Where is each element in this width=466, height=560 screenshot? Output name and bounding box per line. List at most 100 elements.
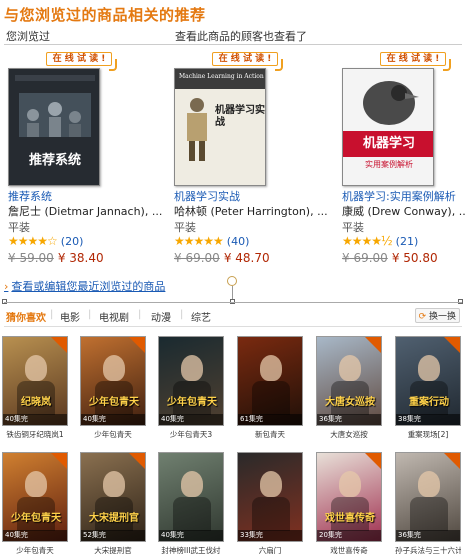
tab-divider: | <box>88 309 92 320</box>
episode-count: 36集完 <box>396 530 460 541</box>
book-author: 詹尼士 (Dietmar Jannach), ... <box>8 205 163 218</box>
book-author: 哈林顿 (Peter Harrington), ... <box>174 205 328 218</box>
cover-figure-icon <box>187 98 207 161</box>
movie-title[interactable]: 少年包青天3 <box>158 429 224 440</box>
movie-card[interactable]: 纪晓岚 40集完铁齿铜牙纪晓岚1 <box>2 336 70 440</box>
movie-card[interactable]: 重案行动 38集完重案现场[2] <box>395 336 463 440</box>
movie-poster[interactable]: 大唐女巡按 36集完 <box>316 336 382 426</box>
movie-poster[interactable]: 大宋提刑官 52集完 <box>80 452 146 542</box>
tab-tv-series[interactable]: 电视剧 <box>99 309 129 324</box>
movie-poster[interactable]: 61集完 <box>237 336 303 426</box>
category-tabs: 猜你喜欢 | 电影 | 电视剧 | 动漫 | 综艺 ⟳ 换一换 <box>0 306 466 328</box>
movie-title[interactable]: 六扇门 <box>237 545 303 556</box>
book-title-link[interactable]: 机器学习实战 <box>174 188 240 204</box>
movie-poster[interactable]: 少年包青天 40集完 <box>80 336 146 426</box>
poster-title-text: 少年包青天 <box>11 513 61 524</box>
movie-title[interactable]: 重案现场[2] <box>395 429 461 440</box>
poster-body <box>252 381 290 415</box>
rating-stars[interactable]: ★★★★☆ <box>8 234 58 248</box>
movie-title[interactable]: 大唐女巡按 <box>316 429 382 440</box>
corner-ribbon-icon <box>129 337 145 353</box>
preview-badge[interactable]: 在 线 试 读 ! <box>380 52 451 71</box>
tab-variety[interactable]: 综艺 <box>191 309 211 324</box>
book-format: 平装 <box>8 221 30 234</box>
tab-anime[interactable]: 动漫 <box>151 309 171 324</box>
list-price: ¥ 69.00 <box>174 251 220 265</box>
movie-card[interactable]: 少年包青天 40集完少年包青天3 <box>158 336 226 440</box>
poster-figure <box>103 355 125 381</box>
episode-count: 40集完 <box>159 530 223 541</box>
sale-price: ¥ 48.70 <box>223 251 270 265</box>
movie-poster[interactable]: 重案行动 38集完 <box>395 336 461 426</box>
corner-ribbon-icon <box>365 337 381 353</box>
book-cover[interactable]: 推荐系统 <box>8 68 100 186</box>
movie-title[interactable]: 封神榜III武王伐纣 <box>158 545 224 556</box>
movie-card[interactable]: 少年包青天 40集完 少年包青天 <box>80 336 148 440</box>
movie-poster[interactable]: 戏世喜传奇 20集完 <box>316 452 382 542</box>
movie-card[interactable]: 戏世喜传奇 20集完戏世喜传奇 <box>316 452 384 556</box>
review-count-link[interactable]: (40) <box>227 235 250 248</box>
episode-count: 61集完 <box>238 414 302 425</box>
book-cover[interactable]: Machine Learning in Action 机器学习实战 <box>174 68 266 186</box>
movie-poster[interactable]: 36集完 <box>395 452 461 542</box>
tab-guess-you-like[interactable]: 猜你喜欢 <box>6 309 46 324</box>
preview-badge[interactable]: 在 线 试 读 ! <box>212 52 283 71</box>
cover-title: 机器学习实战 <box>215 105 265 128</box>
book-title-link[interactable]: 机器学习:实用案例解析 <box>342 188 456 204</box>
movie-card[interactable]: 36集完孙子兵法与三十六计 <box>395 452 463 556</box>
movie-poster[interactable]: 少年包青天 40集完 <box>2 452 68 542</box>
frame-border <box>4 302 462 303</box>
episode-count: 40集完 <box>81 414 145 425</box>
movie-card[interactable]: 61集完新包青天 <box>237 336 305 440</box>
book-author: 康威 (Drew Conway), ... <box>342 205 466 218</box>
episode-count: 36集完 <box>317 414 381 425</box>
edit-history-link[interactable]: › 查看或编辑您最近浏览过的商品 <box>4 278 165 294</box>
book-format: 平装 <box>174 221 196 234</box>
movie-card[interactable]: 33集完六扇门 <box>237 452 305 556</box>
book-card: 在 线 试 读 ! 机器学习 实用案例解析 机器学习:实用案例解析 康威 (Dr… <box>334 52 466 265</box>
corner-ribbon-icon <box>51 337 67 353</box>
rating-stars[interactable]: ★★★★½ <box>342 234 393 248</box>
cover-title: 机器学习 <box>343 131 433 157</box>
book-card: 在 线 试 读 ! Machine Learning in Action 机器学… <box>166 52 328 265</box>
movie-poster[interactable]: 纪晓岚 40集完 <box>2 336 68 426</box>
movie-poster[interactable]: 少年包青天 40集完 <box>158 336 224 426</box>
movie-card[interactable]: 大宋提刑官 52集完大宋提刑官 <box>80 452 148 556</box>
preview-badge[interactable]: 在 线 试 读 ! <box>46 52 117 71</box>
tab-divider: | <box>180 309 184 320</box>
tab-divider: | <box>50 309 54 320</box>
review-count-link[interactable]: (20) <box>61 235 84 248</box>
tab-movies[interactable]: 电影 <box>60 309 80 324</box>
episode-count: 52集完 <box>81 530 145 541</box>
movie-poster[interactable]: 40集完 <box>158 452 224 542</box>
page-title: 与您浏览过的商品相关的推荐 <box>4 6 206 24</box>
corner-ribbon-icon <box>129 453 145 469</box>
poster-title-text: 少年包青天 <box>89 397 139 408</box>
movie-card[interactable]: 大唐女巡按 36集完大唐女巡按 <box>316 336 384 440</box>
review-count-link[interactable]: (21) <box>396 235 419 248</box>
movie-card[interactable]: 少年包青天 40集完 少年包青天 <box>2 452 70 556</box>
poster-figure <box>181 471 203 497</box>
poster-figure <box>418 471 440 497</box>
poster-title-text: 重案行动 <box>409 397 449 408</box>
poster-title-text: 少年包青天 <box>167 397 217 408</box>
movie-title[interactable]: 新包青天 <box>237 429 303 440</box>
poster-figure <box>339 471 361 497</box>
refresh-icon: ⟳ <box>418 312 427 322</box>
movie-poster[interactable]: 33集完 <box>237 452 303 542</box>
rating-stars[interactable]: ★★★★★ <box>174 234 224 248</box>
refresh-button[interactable]: ⟳ 换一换 <box>414 308 460 323</box>
resize-handle[interactable] <box>227 276 237 286</box>
movie-title[interactable]: 大宋提刑官 <box>80 545 146 556</box>
book-cover[interactable]: 机器学习 实用案例解析 <box>342 68 434 186</box>
movie-title[interactable]: 少年包青天 <box>80 429 146 440</box>
movie-card[interactable]: 40集完封神榜III武王伐纣 <box>158 452 226 556</box>
episode-count: 40集完 <box>159 414 223 425</box>
corner-ribbon-icon <box>51 453 67 469</box>
episode-count: 38集完 <box>396 414 460 425</box>
movie-title[interactable]: 铁齿铜牙纪晓岚1 <box>2 429 68 440</box>
book-title-link[interactable]: 推荐系统 <box>8 188 52 204</box>
movie-title[interactable]: 戏世喜传奇 <box>316 545 382 556</box>
movie-title[interactable]: 孙子兵法与三十六计 <box>395 545 461 556</box>
movie-title[interactable]: 少年包青天 <box>2 545 68 556</box>
